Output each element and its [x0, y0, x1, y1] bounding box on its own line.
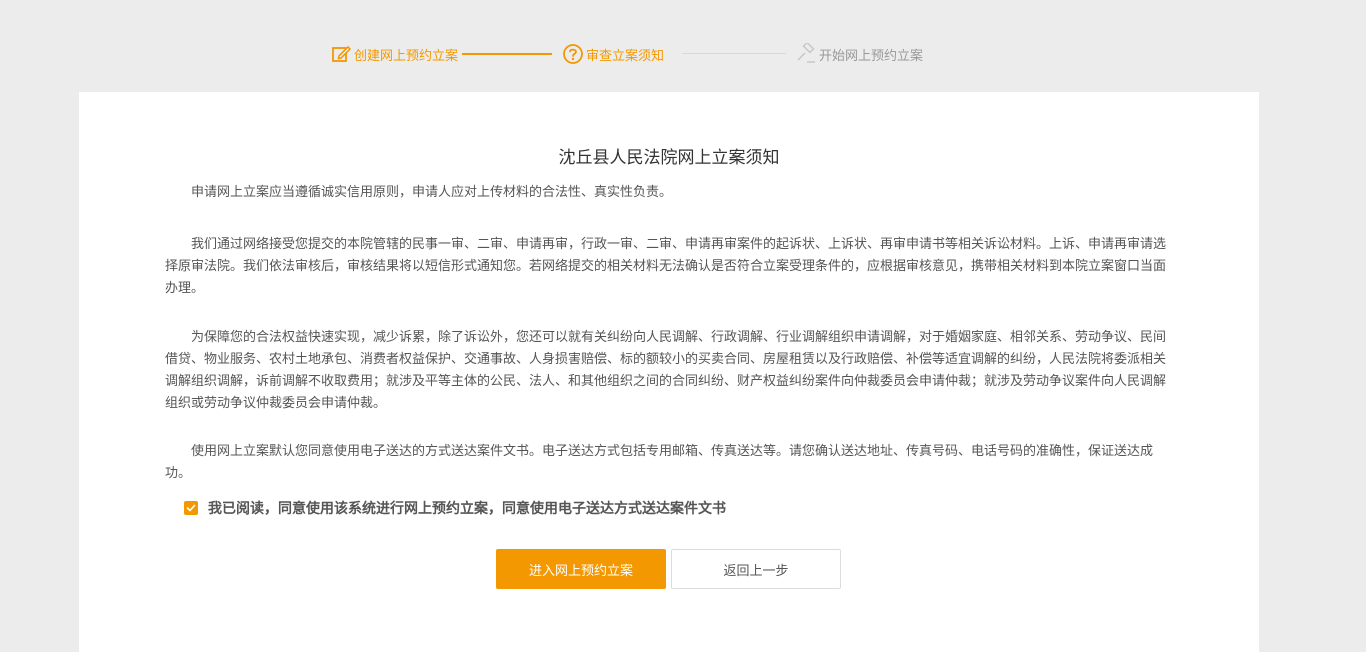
notice-paragraph: 我们通过网络接受您提交的本院管辖的民事一审、二审、申请再审，行政一审、二审、申请…	[165, 237, 1167, 296]
agreement-label: 我已阅读，同意使用该系统进行网上预约立案，同意使用电子送达方式送达案件文书	[208, 501, 726, 517]
agreement-checkbox-row[interactable]: 我已阅读，同意使用该系统进行网上预约立案，同意使用电子送达方式送达案件文书	[184, 498, 726, 518]
agreement-checkbox[interactable]	[184, 501, 198, 515]
step-label: 开始网上预约立案	[819, 48, 924, 64]
gavel-icon	[795, 41, 817, 65]
notice-paragraph: 申请网上立案应当遵循诚实信用原则，申请人应对上传材料的合法性、真实性负责。	[191, 185, 673, 200]
question-circle-icon	[562, 43, 584, 65]
step-review-notice: 审查立案须知	[562, 40, 664, 68]
notice-paragraph: 使用网上立案默认您同意使用电子送达的方式送达案件文书。电子送达方式包括专用邮箱、…	[165, 444, 1154, 481]
step-label: 审查立案须知	[586, 48, 665, 64]
check-icon	[186, 504, 196, 512]
step-progress-bar: 创建网上预约立案 审查立案须知 开始网上预约立案	[0, 40, 1366, 68]
notice-card: 沈丘县人民法院网上立案须知 申请网上立案应当遵循诚实信用原则，申请人应对上传材料…	[79, 92, 1259, 652]
notice-paragraph: 为保障您的合法权益快速实现，减少诉累，除了诉讼外，您还可以就有关纠纷向人民调解、…	[165, 330, 1167, 411]
notice-title: 沈丘县人民法院网上立案须知	[558, 148, 780, 168]
edit-icon	[330, 43, 352, 65]
step-label: 创建网上预约立案	[354, 48, 459, 64]
step-start-filing: 开始网上预约立案	[795, 40, 923, 68]
step-create: 创建网上预约立案	[330, 40, 458, 68]
step-connector-done	[462, 53, 552, 55]
back-button[interactable]: 返回上一步	[671, 549, 841, 589]
step-connector-pending	[682, 53, 786, 54]
enter-online-filing-button[interactable]: 进入网上预约立案	[496, 549, 666, 589]
